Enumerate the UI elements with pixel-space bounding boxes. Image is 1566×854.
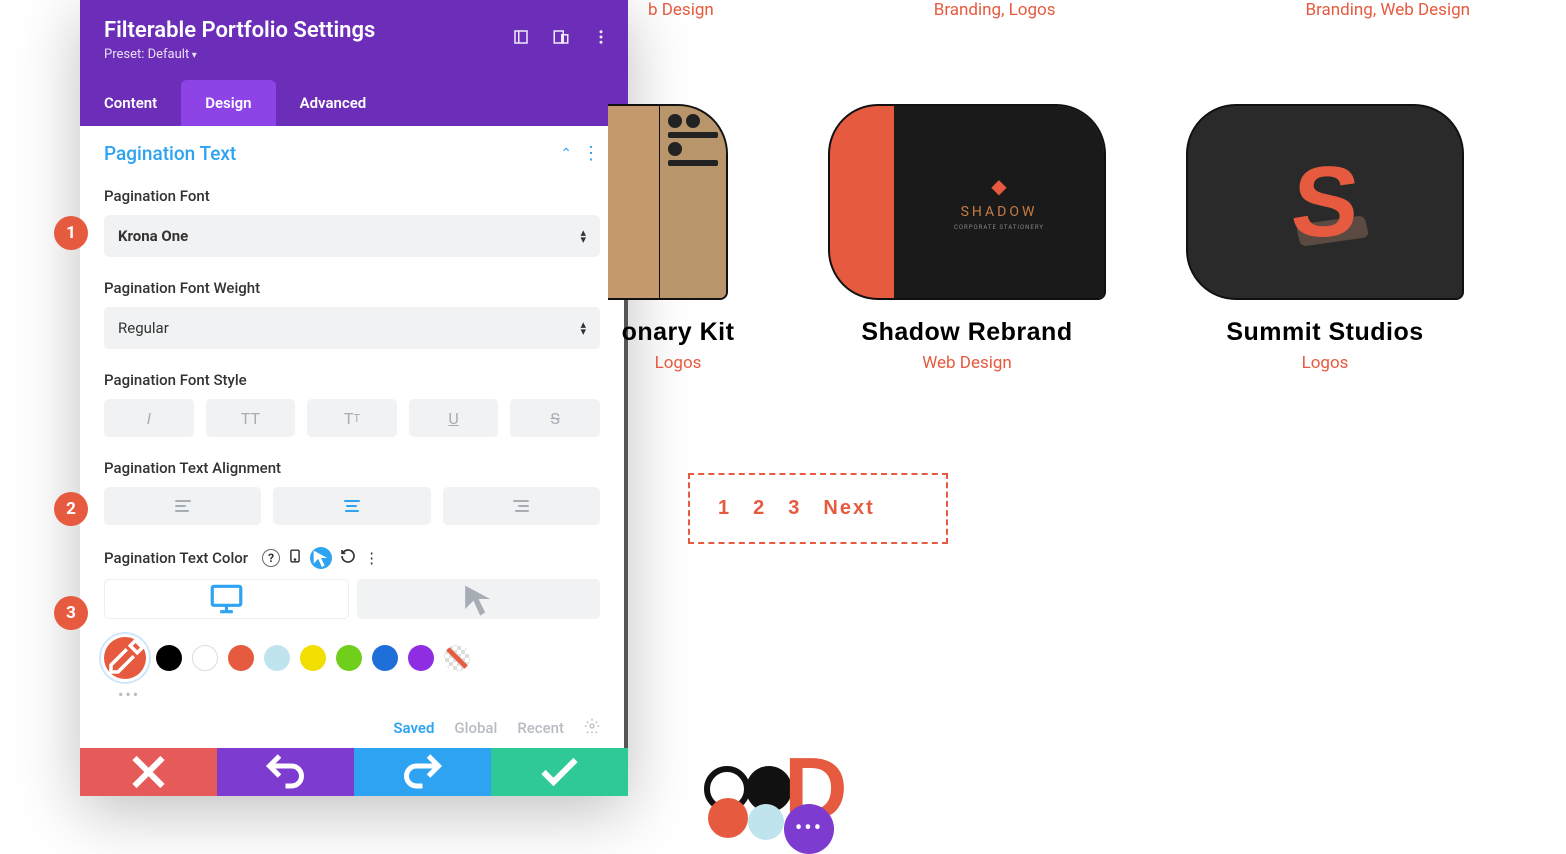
swatch-yellow[interactable] (300, 645, 326, 671)
pagination: 1 2 3 Next (688, 473, 948, 544)
brand-text: SHADOW (961, 204, 1038, 220)
page-link[interactable]: 3 (788, 497, 801, 520)
footer-logo: D ••• (704, 754, 848, 824)
card-thumbnail (608, 104, 728, 300)
recent-tab[interactable]: Recent (517, 719, 564, 737)
panel-body[interactable]: Pagination Text ⌃ ⋮ Pagination Font Kron… (80, 126, 628, 748)
swatch-transparent[interactable] (444, 645, 470, 671)
preview-area: b Design Branding, Logos Branding, Web D… (628, 0, 1566, 854)
help-icon[interactable]: ? (262, 549, 280, 567)
tabs: Content Design Advanced (80, 80, 628, 126)
next-link[interactable]: Next (823, 497, 874, 520)
more-swatches-icon[interactable]: ••• (118, 685, 600, 704)
step-badge-2: 2 (54, 492, 88, 526)
color-label-text: Pagination Text Color (104, 549, 248, 567)
portfolio-card[interactable]: ◆SHADOWCORPORATE STATIONERY Shadow Rebra… (828, 104, 1106, 373)
desktop-button[interactable] (104, 579, 349, 619)
category-link[interactable]: Branding, Logos (934, 0, 1056, 20)
card-title: Summit Studios (1186, 318, 1464, 347)
more-icon[interactable] (592, 28, 610, 46)
hover-icon[interactable] (310, 547, 332, 569)
step-badge-1: 1 (54, 216, 88, 250)
preset-selector[interactable]: Preset: Default (104, 47, 604, 62)
font-select[interactable]: Krona One (104, 215, 600, 257)
smallcaps-button[interactable]: TT (307, 399, 397, 437)
category-link[interactable]: Branding, Web Design (1306, 0, 1471, 20)
category-link[interactable]: b Design (648, 0, 714, 20)
card-title: onary Kit (608, 318, 748, 347)
swatch-black[interactable] (156, 645, 182, 671)
section-more-icon[interactable]: ⋮ (582, 143, 600, 164)
tab-design[interactable]: Design (181, 80, 275, 126)
panel-header[interactable]: Filterable Portfolio Settings Preset: De… (80, 0, 628, 80)
gear-icon[interactable] (584, 718, 600, 738)
field-more-icon[interactable]: ⋮ (364, 549, 379, 567)
weight-select[interactable]: Regular (104, 307, 600, 349)
weight-label: Pagination Font Weight (104, 279, 600, 297)
tab-content[interactable]: Content (80, 80, 181, 126)
undo-button[interactable] (217, 748, 354, 796)
caret-icon (580, 321, 586, 335)
align-left-button[interactable] (104, 487, 261, 525)
align-label: Pagination Text Alignment (104, 459, 600, 477)
align-right-button[interactable] (443, 487, 600, 525)
expand-icon[interactable] (512, 28, 530, 46)
swatch-lightblue[interactable] (264, 645, 290, 671)
swatch-purple[interactable] (408, 645, 434, 671)
responsive-icon[interactable] (552, 28, 570, 46)
card-category[interactable]: Logos (1186, 353, 1464, 373)
chevron-up-icon[interactable]: ⌃ (560, 146, 572, 162)
floating-action-button[interactable]: ••• (784, 804, 834, 854)
align-center-button[interactable] (273, 487, 430, 525)
settings-panel: Filterable Portfolio Settings Preset: De… (80, 0, 628, 796)
color-picker-button[interactable] (104, 637, 146, 679)
style-label: Pagination Font Style (104, 371, 600, 389)
save-button[interactable] (491, 748, 628, 796)
tab-advanced[interactable]: Advanced (276, 80, 391, 126)
weight-value: Regular (118, 319, 169, 337)
cancel-button[interactable] (80, 748, 217, 796)
swatch-blue[interactable] (372, 645, 398, 671)
strikethrough-button[interactable]: S (510, 399, 600, 437)
portfolio-card[interactable]: S Summit Studios Logos (1186, 104, 1464, 373)
page-link[interactable]: 1 (718, 497, 731, 520)
uppercase-button[interactable]: TT (206, 399, 296, 437)
caret-icon (580, 229, 586, 243)
step-badge-3: 3 (54, 596, 88, 630)
hover-state-button[interactable] (357, 579, 600, 619)
tablet-icon[interactable] (288, 547, 302, 569)
card-category[interactable]: Logos (608, 353, 748, 373)
font-value: Krona One (118, 227, 188, 245)
card-thumbnail: S (1186, 104, 1464, 300)
card-category[interactable]: Web Design (828, 353, 1106, 373)
color-label: Pagination Text Color ? ⋮ (104, 547, 600, 569)
reset-icon[interactable] (340, 548, 356, 568)
italic-button[interactable]: I (104, 399, 194, 437)
card-thumbnail: ◆SHADOWCORPORATE STATIONERY (828, 104, 1106, 300)
card-title: Shadow Rebrand (828, 318, 1106, 347)
underline-button[interactable]: U (409, 399, 499, 437)
page-link[interactable]: 2 (753, 497, 766, 520)
global-tab[interactable]: Global (454, 719, 497, 737)
swatch-green[interactable] (336, 645, 362, 671)
swatch-orange[interactable] (228, 645, 254, 671)
swatch-white[interactable] (192, 645, 218, 671)
redo-button[interactable] (354, 748, 491, 796)
font-label: Pagination Font (104, 187, 600, 205)
section-title[interactable]: Pagination Text (104, 142, 236, 165)
portfolio-card[interactable]: onary Kit Logos (608, 104, 748, 373)
saved-tab[interactable]: Saved (393, 719, 434, 737)
